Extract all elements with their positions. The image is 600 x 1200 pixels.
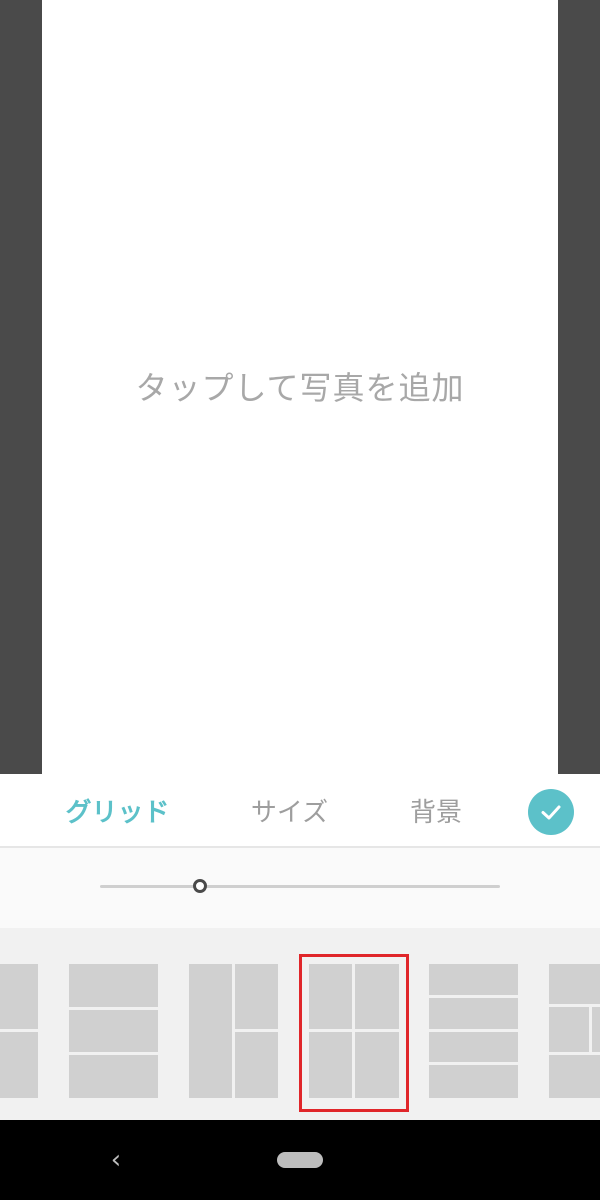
layout-cell	[429, 1032, 518, 1062]
add-photo-hint: タップして写真を追加	[135, 369, 465, 407]
tab-bar: グリッド サイズ 背景	[0, 774, 600, 848]
layout-strip[interactable]	[0, 928, 600, 1120]
layout-cell	[549, 964, 600, 1004]
back-chevron-icon[interactable]: ‹	[103, 1144, 129, 1176]
photo-canvas[interactable]: タップして写真を追加	[42, 0, 558, 774]
layout-cell	[0, 964, 38, 1029]
slider-thumb[interactable]	[193, 879, 207, 893]
layout-cell	[69, 1010, 158, 1052]
layout-option-grid-2x2[interactable]	[309, 964, 399, 1098]
screen: タップして写真を追加 グリッド サイズ 背景 ‹	[0, 0, 600, 1200]
tab-background[interactable]: 背景	[376, 774, 496, 846]
system-nav-bar: ‹	[0, 1120, 600, 1200]
layout-cell	[429, 1065, 518, 1098]
border-slider-row	[0, 848, 600, 928]
confirm-button[interactable]	[528, 789, 574, 835]
layout-option-mixed-grid[interactable]	[549, 964, 600, 1098]
layout-option-four-rows[interactable]	[429, 964, 518, 1098]
layout-cell	[592, 1007, 600, 1052]
layout-cell	[309, 1032, 352, 1098]
layout-option-three-rows[interactable]	[69, 964, 158, 1098]
layout-cell	[429, 964, 518, 995]
check-icon	[541, 805, 561, 820]
layout-option-two-rows[interactable]	[0, 964, 38, 1098]
slider-track[interactable]	[100, 885, 500, 888]
layout-cell	[235, 964, 278, 1029]
layout-cell	[549, 1007, 589, 1052]
tab-size[interactable]: サイズ	[222, 774, 357, 846]
layout-cell	[235, 1032, 278, 1098]
layout-cell	[355, 964, 399, 1029]
layout-cell	[69, 1055, 158, 1098]
tab-grid[interactable]: グリッド	[50, 774, 185, 846]
layout-cell	[309, 964, 352, 1029]
layout-cell	[0, 1032, 38, 1098]
layout-cell	[189, 964, 232, 1098]
layout-cell	[549, 1055, 600, 1098]
layout-cell	[355, 1032, 399, 1098]
home-pill-icon[interactable]	[277, 1152, 323, 1168]
layout-cell	[429, 998, 518, 1029]
layout-cell	[69, 964, 158, 1007]
layout-option-left-column[interactable]	[189, 964, 278, 1098]
